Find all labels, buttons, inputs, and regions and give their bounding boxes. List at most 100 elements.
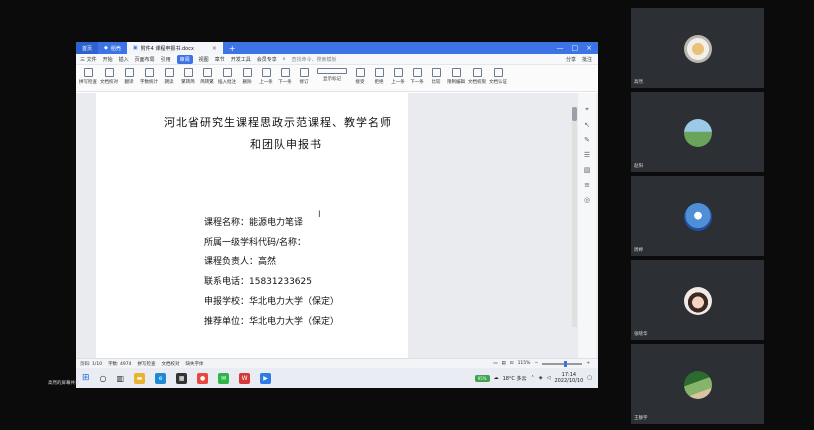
zoom-out-icon[interactable]: −	[534, 361, 538, 366]
restrict-edit-button[interactable]: 限制编辑	[447, 68, 465, 85]
minimize-icon[interactable]: —	[557, 44, 564, 52]
avatar	[684, 35, 712, 63]
meeting-app-icon[interactable]: ▶	[260, 372, 272, 384]
weather[interactable]: 18°C 多云	[503, 375, 527, 382]
insert-comment-button[interactable]: 插入批注	[218, 68, 236, 85]
pointer-icon[interactable]: ↖	[584, 121, 590, 129]
comment-icon	[222, 68, 232, 77]
network-icon[interactable]: ◈	[539, 375, 543, 381]
missing-font[interactable]: 缺失字体	[185, 361, 203, 367]
search-taskbar-icon[interactable]: ○	[100, 374, 107, 383]
spell-check-icon	[83, 68, 93, 77]
notification-icon[interactable]: ▢	[587, 375, 592, 381]
tab-home[interactable]: 首页	[76, 42, 99, 54]
battery-badge[interactable]: 95%	[474, 374, 490, 382]
scroll-thumb[interactable]	[572, 107, 577, 121]
wps-icon[interactable]: W	[239, 372, 251, 384]
proof-status[interactable]: 文档校对	[161, 361, 179, 367]
word-count[interactable]: 字数: 4974	[108, 361, 131, 367]
spell-check-button[interactable]: 拼写检查	[79, 68, 97, 85]
share-button[interactable]: 分享	[566, 56, 576, 63]
doc-proof-button[interactable]: 文档校对	[100, 68, 118, 85]
participant-tile[interactable]: 张晓华	[631, 260, 764, 340]
close-window-icon[interactable]: ×	[586, 44, 592, 52]
trad-to-simp-button[interactable]: 繁转简	[180, 68, 196, 85]
reject-button[interactable]: 拒绝	[371, 68, 387, 85]
menu-layout[interactable]: 页面布局	[135, 56, 155, 63]
next-change-button[interactable]: 下一条	[409, 68, 425, 85]
view-mode-icon[interactable]: ▭	[493, 361, 497, 366]
next-comment-button[interactable]: 下一条	[277, 68, 293, 85]
zoom-level[interactable]: 115%	[518, 361, 531, 366]
next-change-icon	[412, 68, 422, 77]
simp-to-trad-button[interactable]: 简转繁	[199, 68, 215, 85]
participant-tile[interactable]: 周婷	[631, 176, 764, 256]
zoom-slider-knob[interactable]	[564, 360, 568, 367]
zoom-slider[interactable]	[542, 360, 583, 367]
volume-icon[interactable]: ◁	[547, 375, 551, 381]
menu-reference[interactable]: 引用	[161, 56, 171, 63]
avatar	[684, 371, 712, 399]
doc-permission-button[interactable]: 文档权限	[468, 68, 486, 85]
participant-tile[interactable]: 赵阳	[631, 92, 764, 172]
read-aloud-button[interactable]: 朗读	[161, 68, 177, 85]
markup-icon	[317, 68, 347, 74]
doc-auth-button[interactable]: 文档认证	[489, 68, 507, 85]
menu-bar: 三 文件 开始 插入 页面布局 引用 审阅 视图 章节 开发工具 会员专享 ⌕ …	[76, 54, 598, 65]
field-school: 申报学校：华北电力大学（保定）	[204, 296, 340, 307]
task-view-icon[interactable]: ▥	[117, 374, 125, 383]
menu-view[interactable]: 视图	[199, 56, 209, 63]
simp-trad-icon	[202, 68, 212, 77]
accept-button[interactable]: 接受	[352, 68, 368, 85]
tray-up-icon[interactable]: ⌃	[531, 375, 535, 381]
command-search[interactable]: 查找命令、搜索模板	[292, 56, 337, 63]
tab-document[interactable]: ▣ 附件4 课程申报书.docx ×	[126, 42, 223, 54]
auth-icon	[493, 68, 503, 77]
menu-developer[interactable]: 开发工具	[231, 56, 251, 63]
document-page[interactable]: 河北省研究生课程思政示范课程、教学名师 和团队申报书 I 课程名称：能源电力笔译…	[96, 93, 408, 358]
translate-button[interactable]: 翻译	[121, 68, 137, 85]
page-view-icon[interactable]: ▤	[502, 361, 506, 366]
format-icon[interactable]: ☰	[584, 151, 590, 159]
menu-file[interactable]: 三 文件	[80, 56, 97, 63]
maximize-icon[interactable]: □	[572, 44, 579, 52]
new-tab-button[interactable]: +	[223, 42, 242, 54]
system-tray: 95% ☁ 18°C 多云 ⌃ ◈ ◁ 17:14 2022/10/10 ▢	[474, 372, 598, 384]
page-count[interactable]: 页码: 1/10	[80, 361, 102, 367]
edge-icon[interactable]: e	[155, 372, 167, 384]
select-tool-icon[interactable]: ⌖	[585, 105, 589, 114]
prev-comment-button[interactable]: 上一条	[258, 68, 274, 85]
participant-tile[interactable]: 王静宇	[631, 344, 764, 424]
image-icon[interactable]: ▧	[584, 166, 591, 174]
start-icon[interactable]: ⊞	[82, 373, 90, 383]
show-markup-dropdown[interactable]: 显示标记	[315, 68, 349, 82]
location-icon[interactable]: ◎	[584, 196, 590, 204]
menu-section[interactable]: 章节	[215, 56, 225, 63]
wechat-icon[interactable]: ✉	[218, 372, 230, 384]
track-changes-button[interactable]: 修订	[296, 68, 312, 85]
spell-status[interactable]: 拼写检查	[137, 361, 155, 367]
layers-icon[interactable]: ≡	[584, 181, 590, 189]
comment-button[interactable]: 批注	[582, 56, 592, 63]
doc-title-line2: 和团队申报书	[250, 138, 322, 151]
menu-review[interactable]: 审阅	[176, 54, 193, 64]
web-view-icon[interactable]: ⊡	[510, 361, 514, 366]
zoom-in-icon[interactable]: +	[586, 361, 590, 366]
reject-icon	[374, 68, 384, 77]
prev-change-button[interactable]: 上一条	[390, 68, 406, 85]
store-icon[interactable]: ▦	[176, 372, 188, 384]
menu-start[interactable]: 开始	[103, 56, 113, 63]
word-count-button[interactable]: 字数统计	[140, 68, 158, 85]
menu-insert[interactable]: 插入	[119, 56, 129, 63]
clock[interactable]: 17:14 2022/10/10	[554, 372, 583, 384]
edit-icon[interactable]: ✎	[584, 136, 590, 144]
close-tab-icon[interactable]: ×	[212, 45, 217, 52]
chrome-icon[interactable]: ●	[197, 372, 209, 384]
participant-tile[interactable]: 高然	[631, 8, 764, 88]
file-explorer-icon[interactable]: ▬	[134, 372, 146, 384]
delete-comment-button[interactable]: 删除	[239, 68, 255, 85]
compare-button[interactable]: 比较	[428, 68, 444, 85]
tab-docer[interactable]: ◆ 稻壳	[98, 42, 127, 54]
vertical-scrollbar[interactable]	[572, 107, 577, 327]
menu-member[interactable]: 会员专享	[257, 56, 277, 63]
